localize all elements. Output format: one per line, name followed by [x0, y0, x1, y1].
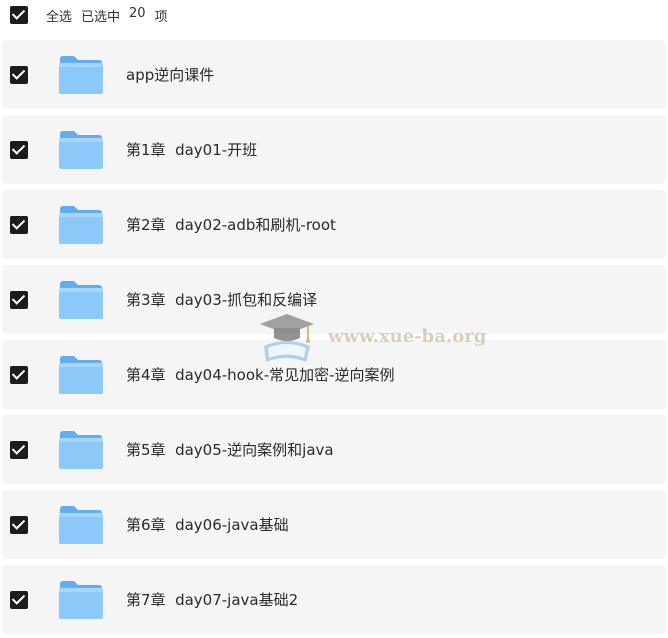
folder-icon	[58, 430, 104, 470]
item-checkbox[interactable]	[10, 65, 28, 84]
list-item[interactable]: 第3章 day03-抓包和反编译	[2, 265, 666, 334]
selected-suffix: 项	[154, 9, 168, 25]
list-item[interactable]: 第1章 day01-开班	[2, 115, 666, 184]
item-checkbox[interactable]	[10, 365, 28, 384]
folder-icon	[58, 130, 104, 170]
folder-icon	[58, 205, 104, 245]
list-item[interactable]: 第7章 day07-java基础2	[2, 565, 666, 634]
selection-header: 全选 已选中 20 项	[0, 0, 668, 30]
item-checkbox[interactable]	[10, 215, 28, 234]
item-checkbox[interactable]	[10, 140, 28, 159]
folder-icon	[58, 580, 104, 620]
folder-name[interactable]: 第3章 day03-抓包和反编译	[126, 289, 317, 310]
folder-name[interactable]: 第2章 day02-adb和刷机-root	[126, 214, 336, 235]
folder-name[interactable]: 第4章 day04-hook-常见加密-逆向案例	[126, 364, 395, 385]
list-item[interactable]: 第5章 day05-逆向案例和java	[2, 415, 666, 484]
folder-name[interactable]: 第5章 day05-逆向案例和java	[126, 439, 334, 460]
selected-prefix: 已选中	[81, 9, 121, 25]
folder-icon	[58, 280, 104, 320]
folder-name[interactable]: app逆向课件	[126, 64, 214, 85]
selected-count: 20	[129, 5, 146, 21]
folder-icon	[58, 355, 104, 395]
list-item[interactable]: 第4章 day04-hook-常见加密-逆向案例	[2, 340, 666, 409]
selection-summary: 全选 已选中 20 项	[46, 6, 168, 25]
list-item[interactable]: 第2章 day02-adb和刷机-root	[2, 190, 666, 259]
select-all-checkbox[interactable]	[10, 6, 28, 24]
folder-name[interactable]: 第1章 day01-开班	[126, 139, 257, 160]
list-item[interactable]: app逆向课件	[2, 40, 666, 109]
item-checkbox[interactable]	[10, 590, 28, 609]
folder-name[interactable]: 第7章 day07-java基础2	[126, 589, 298, 610]
folder-icon	[58, 55, 104, 95]
folder-name[interactable]: 第6章 day06-java基础	[126, 514, 289, 535]
folder-icon	[58, 505, 104, 545]
item-checkbox[interactable]	[10, 440, 28, 459]
item-checkbox[interactable]	[10, 515, 28, 534]
list-item[interactable]: 第6章 day06-java基础	[2, 490, 666, 559]
select-all-label[interactable]: 全选	[46, 6, 72, 25]
item-checkbox[interactable]	[10, 290, 28, 309]
